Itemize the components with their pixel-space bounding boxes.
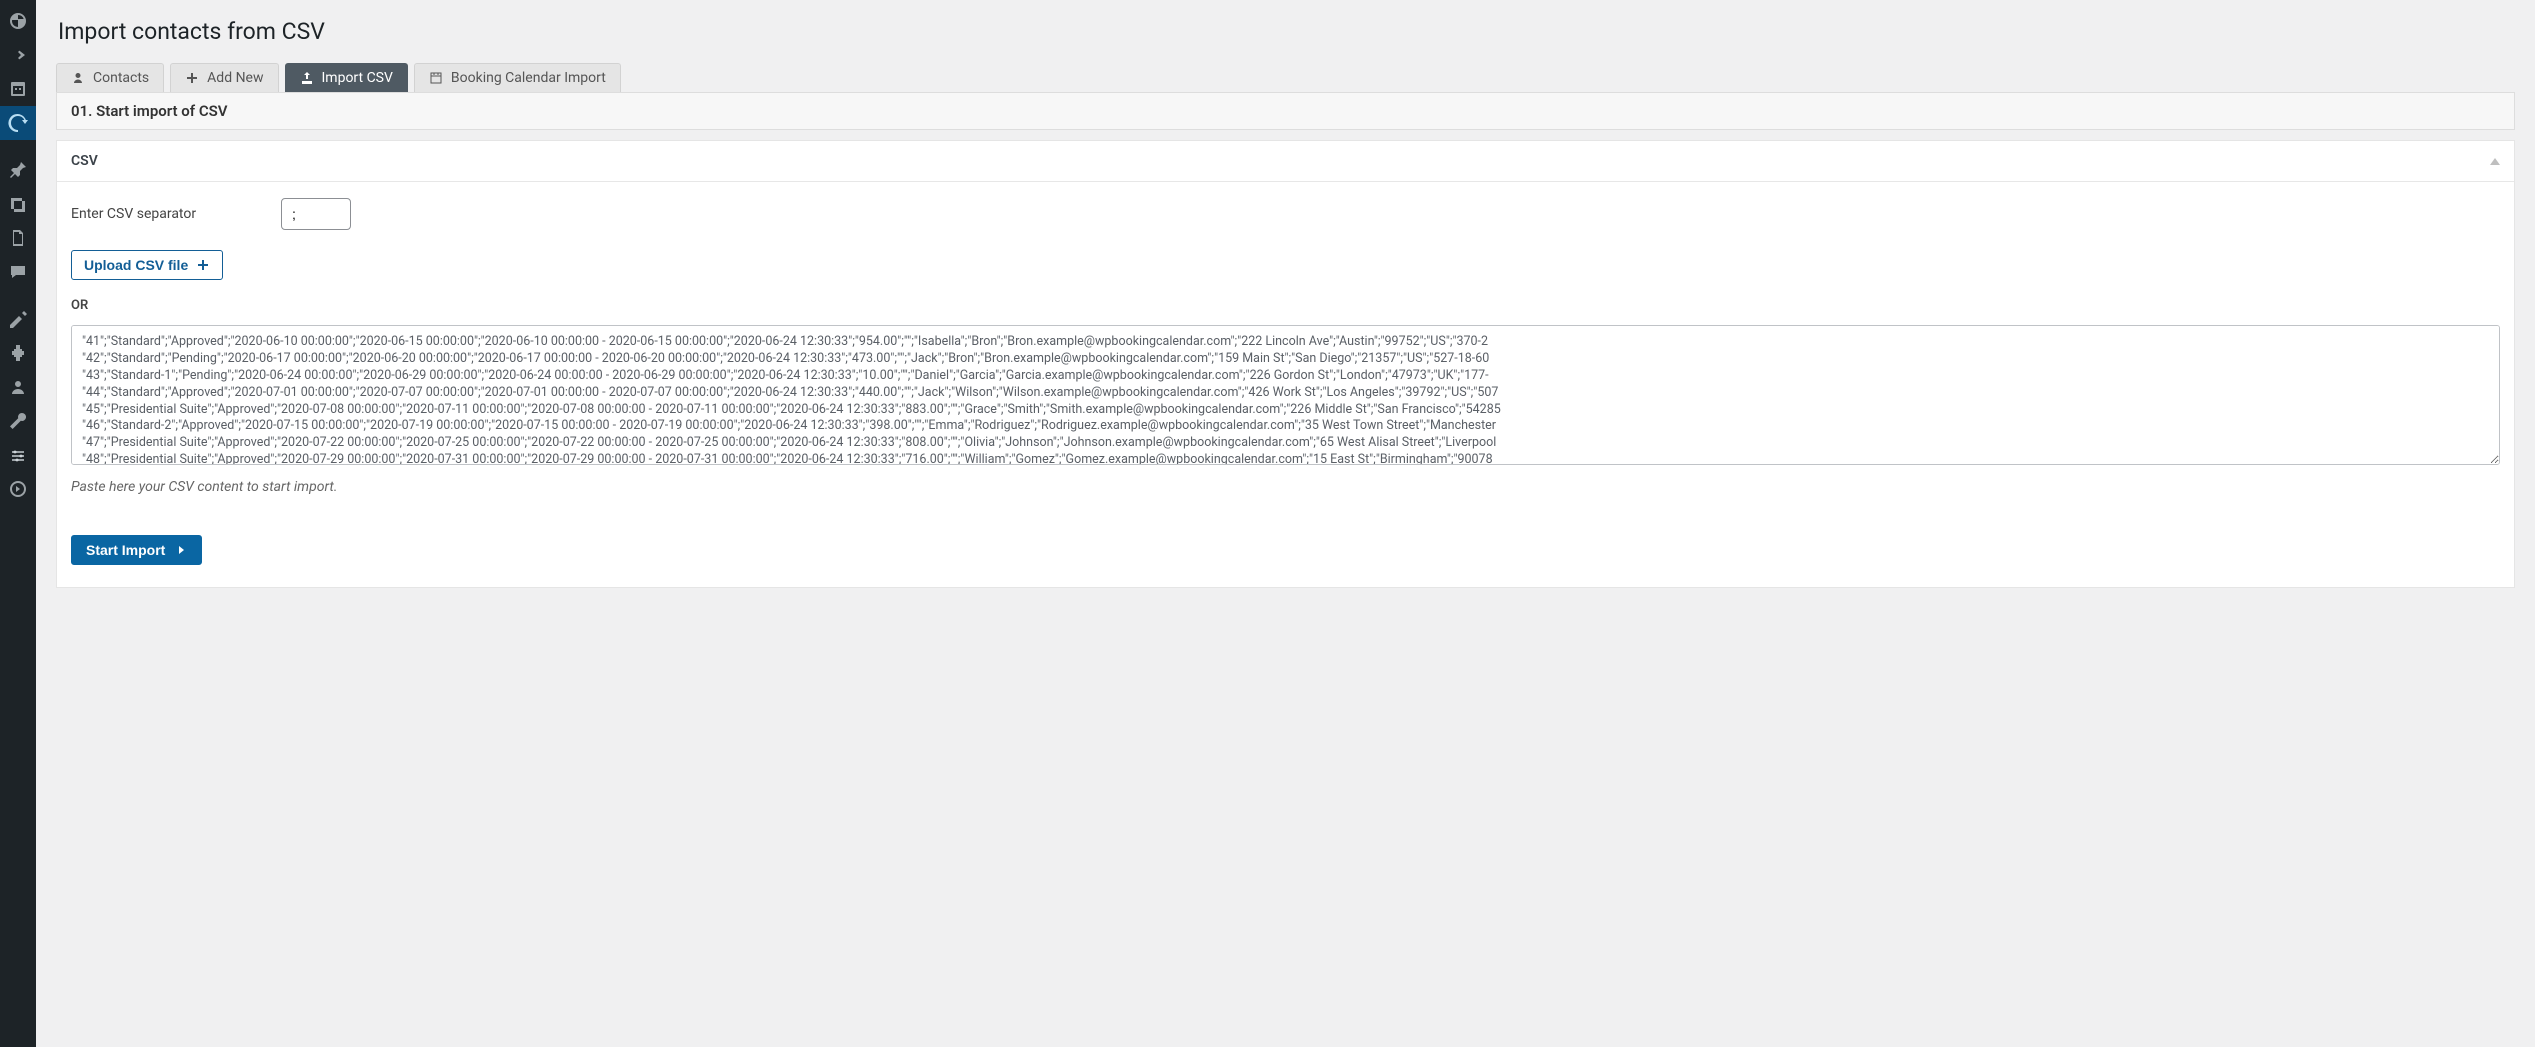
appearance-icon[interactable]	[0, 302, 36, 336]
panel-title: CSV	[71, 153, 98, 169]
tab-label: Import CSV	[322, 70, 393, 86]
chevron-right-icon	[175, 544, 187, 556]
admin-sidebar	[0, 0, 36, 1047]
page-title: Import contacts from CSV	[58, 18, 2515, 45]
csv-panel-header: CSV	[57, 141, 2514, 182]
tab-label: Contacts	[93, 70, 149, 86]
tab-import-csv[interactable]: Import CSV	[285, 63, 408, 92]
start-label: Start Import	[86, 542, 165, 558]
tab-label: Booking Calendar Import	[451, 70, 606, 86]
pages-icon[interactable]	[0, 221, 36, 255]
plus-icon	[196, 258, 210, 272]
csv-panel: CSV Enter CSV separator Upload CSV file …	[56, 140, 2515, 588]
upload-csv-button[interactable]: Upload CSV file	[71, 250, 223, 280]
settings-icon[interactable]	[0, 438, 36, 472]
csv-textarea[interactable]	[71, 325, 2500, 465]
section-title: 01. Start import of CSV	[56, 92, 2515, 130]
plus-icon	[185, 71, 199, 85]
start-import-button[interactable]: Start Import	[71, 535, 202, 565]
collapse-icon[interactable]	[0, 472, 36, 506]
upload-label: Upload CSV file	[84, 257, 188, 273]
main-content: Import contacts from CSV Contacts Add Ne…	[36, 0, 2535, 1047]
tab-label: Add New	[207, 70, 263, 86]
users-icon[interactable]	[0, 370, 36, 404]
tabs: Contacts Add New Import CSV Booking Cale…	[56, 63, 2515, 92]
comments-icon[interactable]	[0, 255, 36, 289]
collapse-toggle-icon[interactable]	[2490, 158, 2500, 165]
calendar-icon	[429, 71, 443, 85]
media-icon[interactable]	[0, 187, 36, 221]
csv-panel-body: Enter CSV separator Upload CSV file OR P…	[57, 182, 2514, 587]
person-icon	[71, 71, 85, 85]
refresh-icon[interactable]	[0, 106, 36, 140]
or-label: OR	[71, 298, 2500, 313]
pin-icon[interactable]	[0, 153, 36, 187]
tools-icon[interactable]	[0, 404, 36, 438]
separator-label: Enter CSV separator	[71, 206, 261, 222]
tab-add-new[interactable]: Add New	[170, 63, 278, 92]
import-icon	[300, 71, 314, 85]
arrow-right-icon[interactable]	[0, 38, 36, 72]
separator-input[interactable]	[281, 198, 351, 230]
calendar-icon[interactable]	[0, 72, 36, 106]
csv-hint: Paste here your CSV content to start imp…	[71, 479, 2500, 495]
dashboard-icon[interactable]	[0, 4, 36, 38]
tab-contacts[interactable]: Contacts	[56, 63, 164, 92]
tab-booking-calendar-import[interactable]: Booking Calendar Import	[414, 63, 621, 92]
plugins-icon[interactable]	[0, 336, 36, 370]
